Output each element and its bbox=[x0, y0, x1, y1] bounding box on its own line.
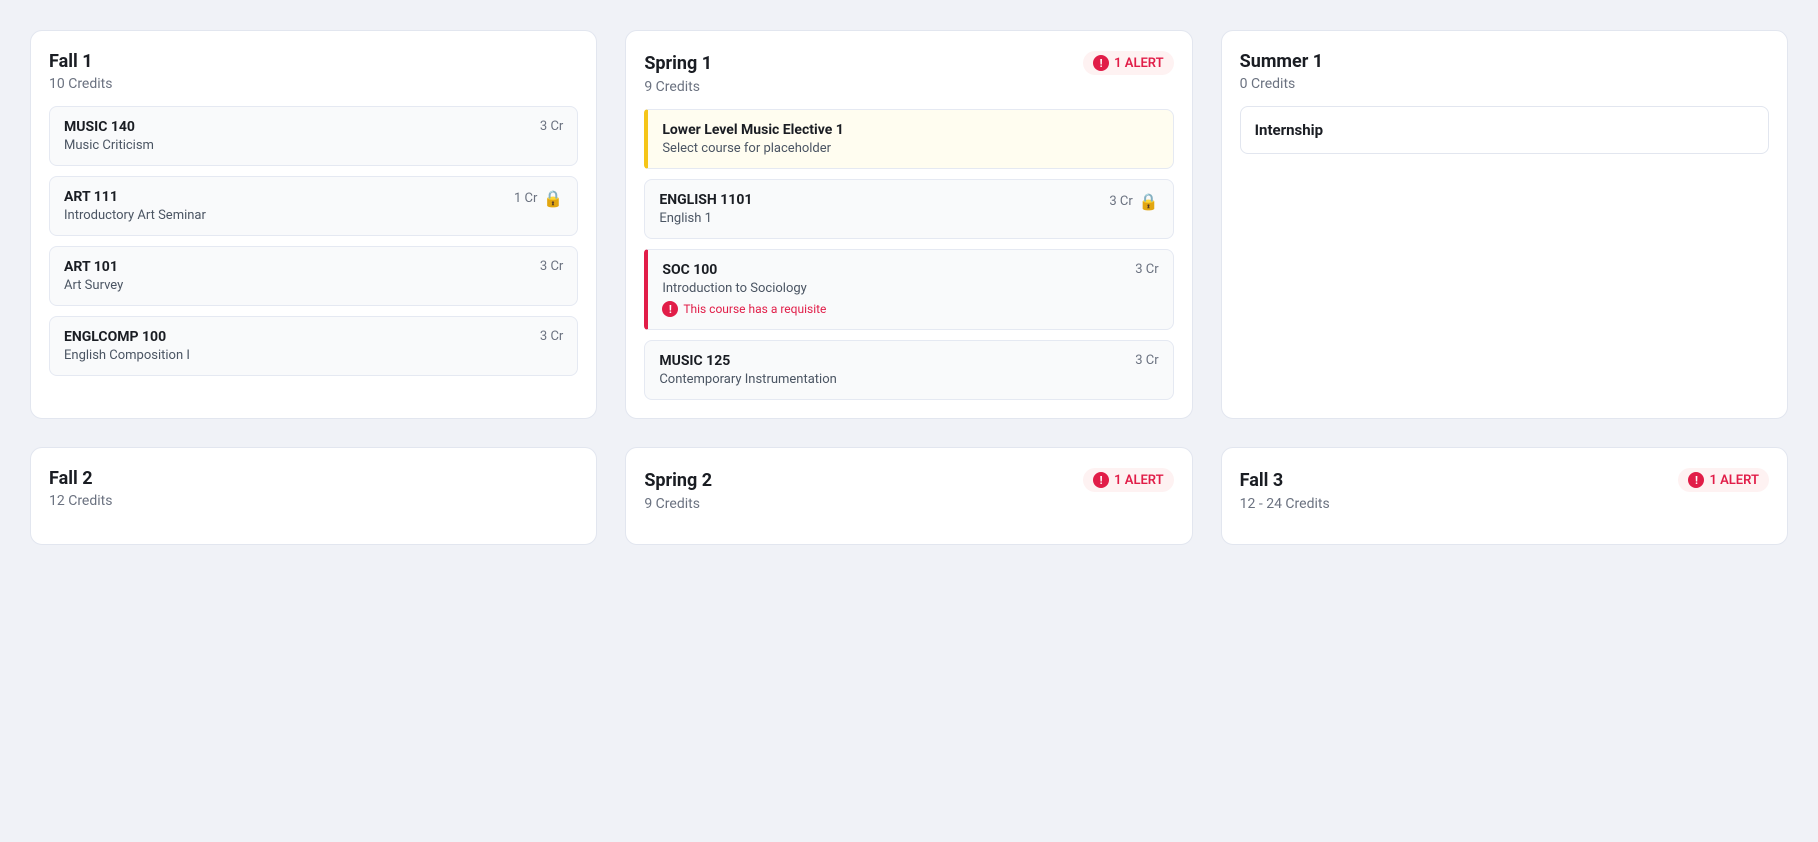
course-card[interactable]: ART 111 Introductory Art Seminar 1 Cr 🔒 bbox=[49, 176, 578, 236]
course-code: ART 101 bbox=[64, 259, 123, 275]
semester-title: Fall 3 bbox=[1240, 470, 1284, 491]
course-card[interactable]: MUSIC 125 Contemporary Instrumentation 3 C… bbox=[644, 340, 1173, 400]
semester-card: Fall 3! 1 ALERT 12 - 24 Credits bbox=[1221, 447, 1788, 545]
alert-badge: ! 1 ALERT bbox=[1678, 468, 1769, 492]
semester-credits: 9 Credits bbox=[644, 79, 1173, 95]
course-credits: 3 Cr bbox=[1135, 262, 1158, 277]
course-card[interactable]: ART 101 Art Survey 3 Cr bbox=[49, 246, 578, 306]
semester-credits: 0 Credits bbox=[1240, 76, 1769, 92]
course-name: Art Survey bbox=[64, 278, 123, 293]
alert-badge-icon: ! bbox=[1093, 472, 1109, 488]
alert-badge: ! 1 ALERT bbox=[1083, 51, 1174, 75]
internship-title: Internship bbox=[1255, 121, 1754, 139]
course-code: SOC 100 bbox=[662, 262, 807, 278]
semester-card: Fall 1 10 Credits MUSIC 140 Music Criticism… bbox=[30, 30, 597, 419]
alert-badge-label: 1 ALERT bbox=[1114, 473, 1164, 488]
course-name: Introduction to Sociology bbox=[662, 281, 807, 296]
semester-card: Fall 2 12 Credits bbox=[30, 447, 597, 545]
semester-title: Summer 1 bbox=[1240, 51, 1323, 72]
semester-card: Spring 2! 1 ALERT 9 Credits bbox=[625, 447, 1192, 545]
course-code: ART 111 bbox=[64, 189, 206, 205]
course-card[interactable]: ENGLCOMP 100 English Composition I 3 Cr bbox=[49, 316, 578, 376]
alert-icon: ! bbox=[662, 301, 678, 317]
semester-grid: Fall 1 10 Credits MUSIC 140 Music Criticism… bbox=[30, 30, 1788, 545]
lock-icon: 🔒 bbox=[1139, 192, 1159, 211]
alert-badge-label: 1 ALERT bbox=[1709, 473, 1759, 488]
semester-credits: 12 - 24 Credits bbox=[1240, 496, 1769, 512]
course-credits: 3 Cr bbox=[540, 329, 563, 344]
semester-card: Summer 1 0 Credits Internship bbox=[1221, 30, 1788, 419]
course-name: English Composition I bbox=[64, 348, 190, 363]
course-credits: 3 Cr bbox=[1109, 194, 1132, 209]
semester-title: Fall 2 bbox=[49, 468, 93, 489]
course-card[interactable]: ENGLISH 1101 English 1 3 Cr 🔒 bbox=[644, 179, 1173, 239]
semester-credits: 10 Credits bbox=[49, 76, 578, 92]
course-name: Introductory Art Seminar bbox=[64, 208, 206, 223]
course-credits: 3 Cr bbox=[1135, 353, 1158, 368]
course-credits: 1 Cr bbox=[514, 191, 537, 206]
course-name: Select course for placeholder bbox=[662, 141, 843, 156]
course-code: ENGLCOMP 100 bbox=[64, 329, 190, 345]
course-card[interactable]: Lower Level Music Elective 1 Select cours… bbox=[644, 109, 1173, 169]
course-name: Contemporary Instrumentation bbox=[659, 372, 837, 387]
course-credits: 3 Cr bbox=[540, 259, 563, 274]
course-code: MUSIC 125 bbox=[659, 353, 837, 369]
course-code: ENGLISH 1101 bbox=[659, 192, 752, 208]
course-alert-message: !This course has a requisite bbox=[662, 301, 1158, 317]
alert-badge-label: 1 ALERT bbox=[1114, 56, 1164, 71]
course-name: Music Criticism bbox=[64, 138, 154, 153]
lock-icon: 🔒 bbox=[543, 189, 563, 208]
semester-title: Fall 1 bbox=[49, 51, 93, 72]
alert-badge-icon: ! bbox=[1093, 55, 1109, 71]
semester-title: Spring 2 bbox=[644, 470, 712, 491]
alert-badge: ! 1 ALERT bbox=[1083, 468, 1174, 492]
alert-badge-icon: ! bbox=[1688, 472, 1704, 488]
semester-credits: 12 Credits bbox=[49, 493, 578, 509]
course-card[interactable]: MUSIC 140 Music Criticism 3 Cr bbox=[49, 106, 578, 166]
course-code: MUSIC 140 bbox=[64, 119, 154, 135]
semester-credits: 9 Credits bbox=[644, 496, 1173, 512]
course-code: Lower Level Music Elective 1 bbox=[662, 122, 843, 138]
semester-card: Spring 1! 1 ALERT 9 Credits Lower Level Mus… bbox=[625, 30, 1192, 419]
course-card[interactable]: SOC 100 Introduction to Sociology 3 Cr !Thi… bbox=[644, 249, 1173, 330]
course-name: English 1 bbox=[659, 211, 752, 226]
semester-title: Spring 1 bbox=[644, 53, 712, 74]
course-credits: 3 Cr bbox=[540, 119, 563, 134]
